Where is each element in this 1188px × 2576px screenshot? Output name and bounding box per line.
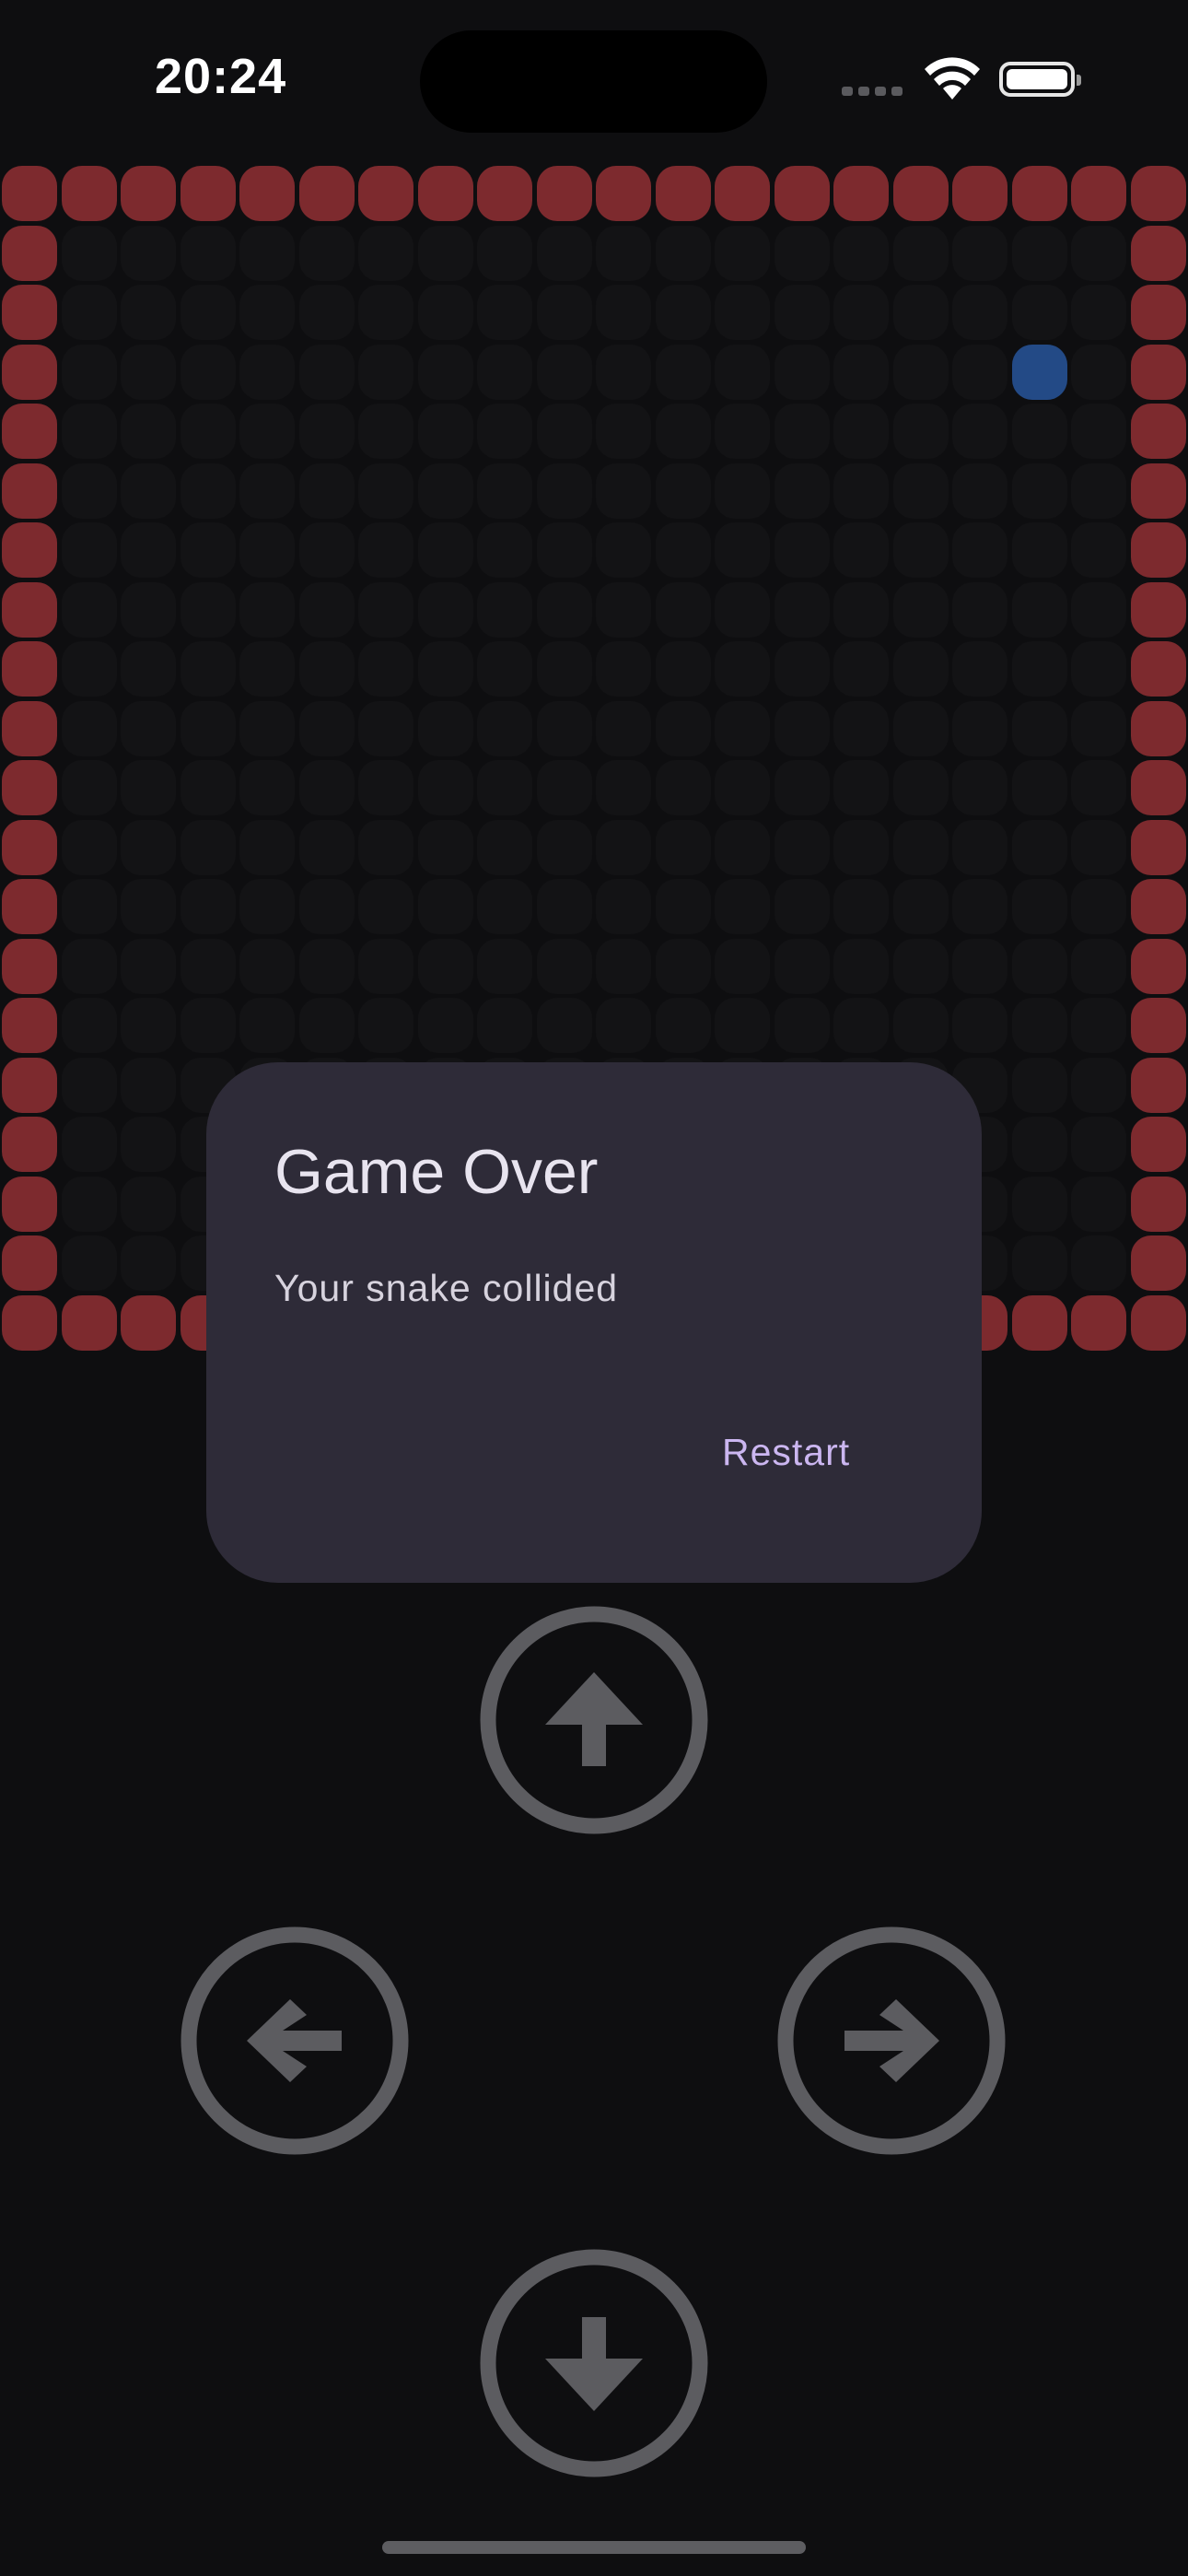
dialog-title: Game Over	[274, 1137, 599, 1207]
home-indicator	[382, 2541, 806, 2554]
game-screen: 20:24 Game Over Your snake collided Rest…	[0, 0, 1188, 2576]
dialog-message: Your snake collided	[274, 1267, 619, 1309]
game-over-dialog: Game Over Your snake collided Restart	[206, 1062, 982, 1583]
dialog-scrim: Game Over Your snake collided Restart	[0, 0, 1188, 2576]
restart-button[interactable]: Restart	[722, 1420, 906, 1484]
